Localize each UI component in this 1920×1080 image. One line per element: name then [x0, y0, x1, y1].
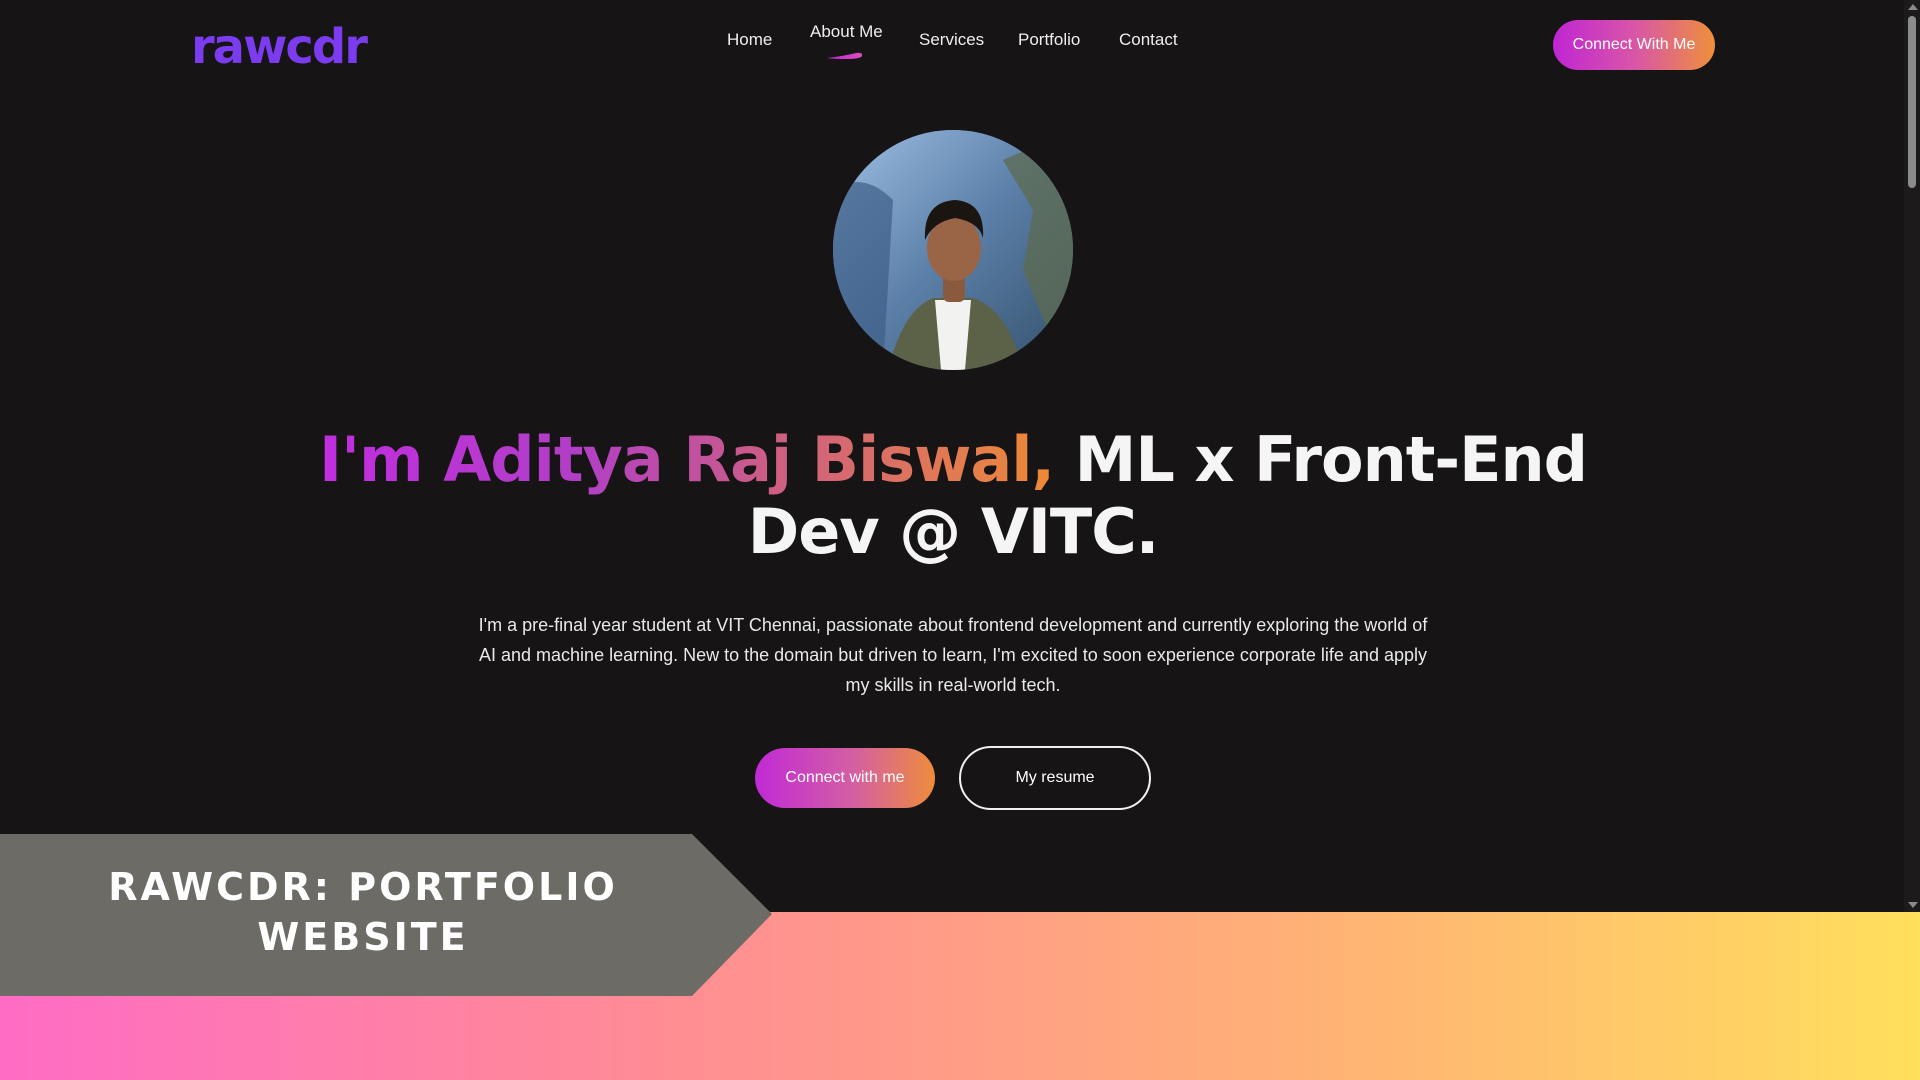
connect-with-me-button[interactable]: Connect with me — [755, 748, 935, 808]
scroll-thumb[interactable] — [1908, 16, 1916, 188]
nav-services[interactable]: Services — [919, 30, 984, 50]
nav-about-me[interactable]: About Me — [810, 22, 883, 42]
page-scrollbar[interactable] — [1904, 0, 1920, 912]
my-resume-button[interactable]: My resume — [959, 746, 1151, 810]
profile-avatar — [833, 130, 1073, 370]
hero-headline-name: I'm Aditya Raj Biswal, — [319, 423, 1055, 496]
nav-portfolio[interactable]: Portfolio — [1018, 30, 1080, 50]
scroll-down-icon[interactable] — [1908, 902, 1918, 908]
connect-with-me-header-button[interactable]: Connect With Me — [1553, 20, 1715, 70]
nav-contact[interactable]: Contact — [1119, 30, 1178, 50]
nav-home[interactable]: Home — [727, 30, 772, 50]
banner-title: RAWCDR: PORTFOLIO WEBSITE — [0, 862, 726, 962]
hero-headline: I'm Aditya Raj Biswal, ML x Front-End De… — [260, 424, 1646, 568]
active-nav-underline — [827, 52, 863, 59]
profile-photo-icon — [833, 130, 1073, 370]
banner-title-line-1: RAWCDR: PORTFOLIO — [108, 865, 618, 909]
scroll-up-icon[interactable] — [1908, 4, 1918, 10]
banner-title-line-2: WEBSITE — [257, 915, 469, 959]
hero-bio: I'm a pre-final year student at VIT Chen… — [478, 615, 1428, 695]
